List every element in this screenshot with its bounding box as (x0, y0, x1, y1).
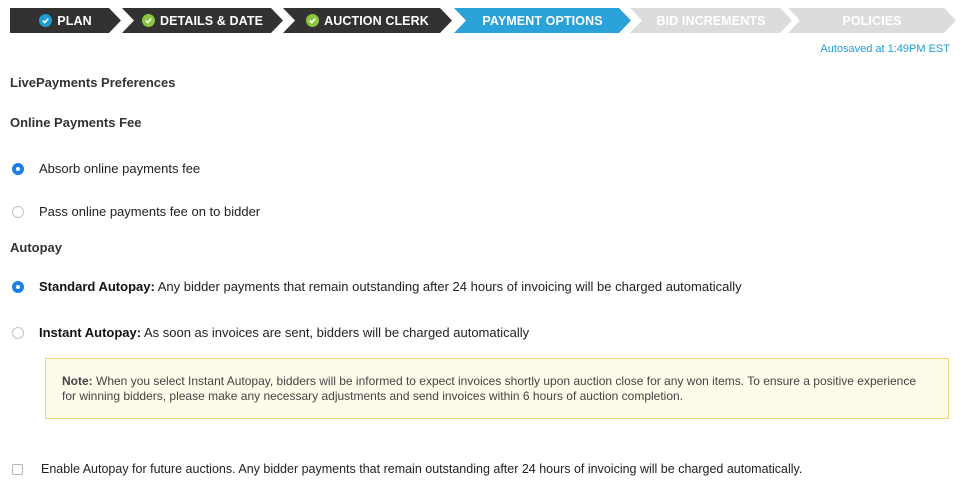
autopay-option-title: Standard Autopay: (39, 279, 155, 294)
note-text: When you select Instant Autopay, bidders… (62, 374, 917, 403)
radio-instant-autopay[interactable] (12, 326, 24, 339)
note-label: Note: (62, 374, 93, 388)
autosave-status: Autosaved at 1:49PM EST (820, 43, 950, 55)
future-autopay-option[interactable]: Enable Autopay for future auctions. Any … (12, 462, 802, 476)
step-auction-clerk[interactable]: AUCTION CLERK (283, 8, 452, 33)
autopay-option-title: Instant Autopay: (39, 325, 142, 340)
fee-heading: Online Payments Fee (10, 115, 142, 130)
instant-autopay-note: Note: When you select Instant Autopay, b… (45, 358, 949, 419)
future-autopay-label: Enable Autopay for future auctions. Any … (41, 462, 803, 476)
fee-option-pass[interactable]: Pass online payments fee on to bidder (12, 204, 260, 219)
step-label: DETAILS & DATE (159, 13, 264, 28)
autopay-option-text: Instant Autopay: As soon as invoices are… (39, 325, 529, 340)
fee-option-absorb[interactable]: Absorb online payments fee (12, 161, 200, 176)
radio-standard-autopay[interactable] (12, 280, 24, 293)
autopay-heading: Autopay (10, 240, 62, 255)
future-autopay-checkbox[interactable] (12, 463, 23, 475)
autopay-option-desc: As soon as invoices are sent, bidders wi… (141, 325, 530, 340)
progress-stepper: PLAN DETAILS & DATE AUCTION CLERK PAYMEN… (10, 8, 956, 33)
autopay-option-standard[interactable]: Standard Autopay: Any bidder payments th… (12, 279, 742, 294)
autopay-option-text: Standard Autopay: Any bidder payments th… (39, 279, 742, 294)
autopay-option-instant[interactable]: Instant Autopay: As soon as invoices are… (12, 325, 529, 340)
radio-pass[interactable] (12, 205, 24, 218)
step-label: PAYMENT OPTIONS (482, 13, 603, 28)
section-title: LivePayments Preferences (10, 75, 176, 90)
autopay-option-desc: Any bidder payments that remain outstand… (154, 279, 742, 294)
step-label: POLICIES (842, 13, 902, 28)
fee-option-label: Absorb online payments fee (39, 161, 201, 176)
check-icon (142, 14, 155, 27)
step-label: AUCTION CLERK (324, 13, 429, 28)
step-bid-increments[interactable]: BID INCREMENTS (630, 8, 792, 33)
check-icon (306, 14, 319, 27)
step-label: BID INCREMENTS (656, 13, 766, 28)
step-policies[interactable]: POLICIES (788, 8, 956, 33)
radio-absorb[interactable] (12, 162, 24, 175)
step-payment-options[interactable]: PAYMENT OPTIONS (454, 8, 631, 33)
fee-option-label: Pass online payments fee on to bidder (39, 204, 261, 219)
step-label: PLAN (57, 13, 92, 28)
step-details-date[interactable]: DETAILS & DATE (122, 8, 283, 33)
check-icon (39, 14, 52, 27)
step-plan[interactable]: PLAN (10, 8, 121, 33)
